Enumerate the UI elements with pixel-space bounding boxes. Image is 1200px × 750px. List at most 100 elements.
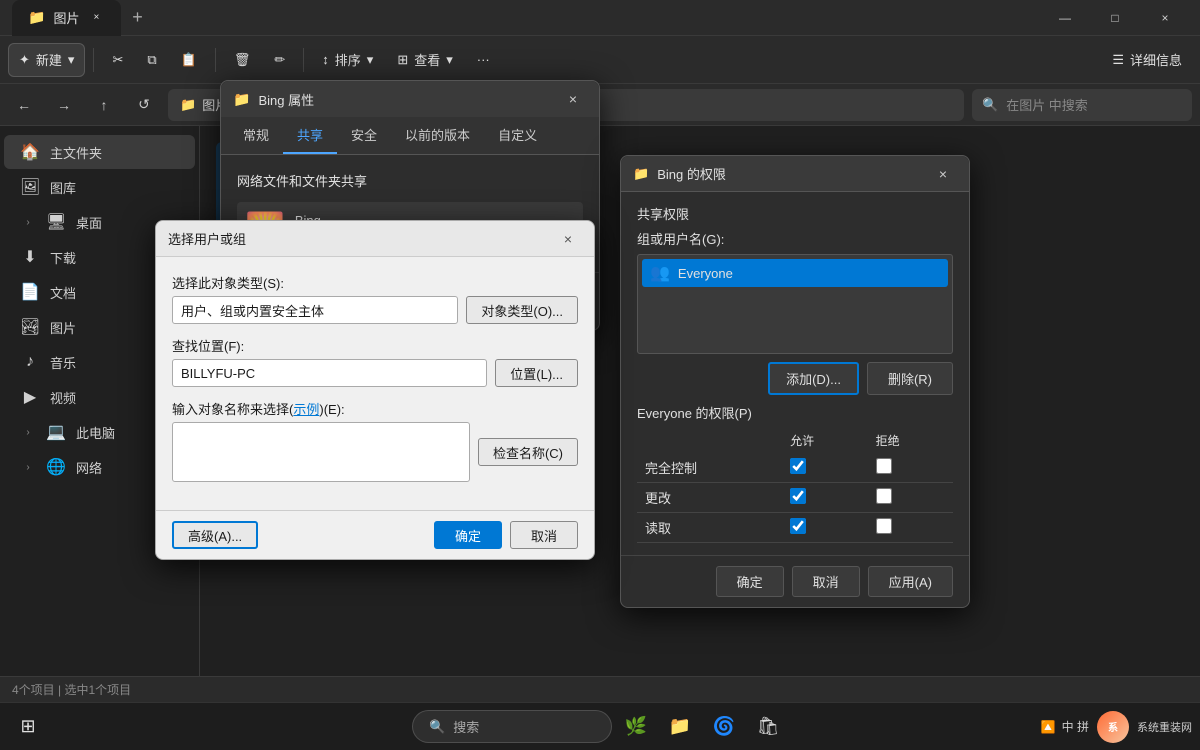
perm-name-fullcontrol: 完全控制 (637, 453, 782, 483)
location-input[interactable] (172, 359, 487, 387)
tab-security[interactable]: 安全 (337, 117, 391, 154)
sidebar-item-desktop-label: 桌面 (76, 213, 102, 232)
back-button[interactable]: ← (8, 89, 40, 121)
group-label: 组或用户名(G): (637, 229, 953, 248)
sort-icon: ↕ (322, 52, 329, 67)
maximize-btn[interactable]: □ (1092, 2, 1138, 34)
cut-button[interactable]: ✂ (102, 43, 133, 77)
start-button[interactable]: ⊞ (8, 707, 48, 747)
user-item-everyone[interactable]: 👥 Everyone (642, 259, 948, 287)
taskbar-icon-edge[interactable]: 🌀 (704, 707, 744, 747)
advanced-button[interactable]: 高级(A)... (172, 521, 258, 549)
search-box[interactable]: 🔍 在图片 中搜索 (972, 89, 1192, 121)
sidebar-item-gallery-label: 图库 (50, 178, 76, 197)
paste-button[interactable]: 📋 (171, 43, 207, 77)
tab-close-btn[interactable]: × (87, 9, 105, 27)
user-list-box[interactable]: 👥 Everyone (637, 254, 953, 354)
perms-label: Everyone 的权限(P) (637, 403, 953, 422)
everyone-icon: 👥 (650, 263, 670, 283)
new-button[interactable]: ✦ 新建 ▾ (8, 43, 85, 77)
tab-general[interactable]: 常规 (229, 117, 283, 154)
taskbar-icon-explorer[interactable]: 📁 (660, 707, 700, 747)
enter-name-input-row: 检查名称(C) (172, 422, 578, 482)
enter-name-label: 输入对象名称来选择(示例)(E): (172, 399, 578, 418)
tray-area: 🔼 中 拼 (1041, 718, 1089, 735)
details-button[interactable]: ☰ 详细信息 (1102, 43, 1192, 77)
perm-cancel-btn[interactable]: 取消 (792, 566, 860, 597)
forward-button[interactable]: → (48, 89, 80, 121)
example-link[interactable]: 示例 (293, 402, 319, 417)
taskbar-icon-store[interactable]: 🛍 (748, 707, 788, 747)
perms-table: 允许 拒绝 完全控制 更改 读取 (637, 428, 953, 543)
perm-ok-btn[interactable]: 确定 (716, 566, 784, 597)
check-name-btn[interactable]: 检查名称(C) (478, 438, 578, 466)
allow-modify-check[interactable] (790, 488, 806, 504)
add-user-button[interactable]: 添加(D)... (768, 362, 859, 395)
remove-user-button[interactable]: 删除(R) (867, 362, 953, 395)
perm-allow-modify (782, 483, 867, 513)
minimize-btn[interactable]: — (1042, 2, 1088, 34)
select-ok-btn[interactable]: 确定 (434, 521, 502, 549)
taskbar-right: 🔼 中 拼 系 系统重装网 (1041, 711, 1192, 743)
allow-fullcontrol-check[interactable] (790, 458, 806, 474)
select-user-footer-right: 确定 取消 (434, 521, 578, 549)
object-type-input[interactable] (172, 296, 458, 324)
toolbar-sep-2 (215, 48, 216, 72)
up-button[interactable]: ↑ (88, 89, 120, 121)
tab-custom[interactable]: 自定义 (484, 117, 551, 154)
explorer-tab[interactable]: 📁 图片 × (12, 0, 121, 36)
perm-footer: 确定 取消 应用(A) (621, 555, 969, 607)
object-type-btn[interactable]: 对象类型(O)... (466, 296, 578, 324)
tab-share[interactable]: 共享 (283, 117, 337, 154)
taskbar-search[interactable]: 🔍 搜索 (412, 710, 612, 743)
view-button[interactable]: ⊞ 查看 ▾ (387, 43, 462, 77)
perm-close-btn[interactable]: × (929, 160, 957, 188)
video-icon: ▶ (20, 387, 40, 407)
object-type-label: 选择此对象类型(S): (172, 273, 578, 292)
new-dropdown-icon: ▾ (68, 52, 75, 68)
perm-name-read: 读取 (637, 513, 782, 543)
allow-read-check[interactable] (790, 518, 806, 534)
delete-icon: 🗑 (234, 52, 251, 68)
paste-icon: 📋 (181, 52, 197, 68)
perm-allow-fullcontrol (782, 453, 867, 483)
bing-props-tabs: 常规 共享 安全 以前的版本 自定义 (221, 117, 599, 155)
refresh-button[interactable]: ↺ (128, 89, 160, 121)
deny-modify-check[interactable] (876, 488, 892, 504)
thispc-expand-icon: › (20, 424, 36, 440)
perm-header: 📁 Bing 的权限 × (621, 156, 969, 192)
location-input-row: 位置(L)... (172, 359, 578, 387)
more-button[interactable]: ··· (467, 43, 500, 77)
perm-row-fullcontrol: 完全控制 (637, 453, 953, 483)
perm-allow-read (782, 513, 867, 543)
perm-deny-fullcontrol (868, 453, 953, 483)
taskbar-icon-widget[interactable]: 🌿 (616, 707, 656, 747)
select-cancel-btn[interactable]: 取消 (510, 521, 578, 549)
tab-folder-icon: 📁 (28, 9, 45, 26)
perm-apply-btn[interactable]: 应用(A) (868, 566, 953, 597)
perm-deny-read (868, 513, 953, 543)
rename-button[interactable]: ✏ (264, 43, 295, 77)
window-controls: — □ × (1042, 2, 1188, 34)
close-btn[interactable]: × (1142, 2, 1188, 34)
object-name-input[interactable] (172, 422, 470, 482)
music-icon: ♪ (20, 353, 40, 371)
location-btn[interactable]: 位置(L)... (495, 359, 578, 387)
sidebar-item-home[interactable]: 🏠 主文件夹 (4, 135, 195, 169)
delete-button[interactable]: 🗑 (224, 43, 261, 77)
select-user-title: 选择用户或组 (168, 229, 546, 248)
tab-previous[interactable]: 以前的版本 (391, 117, 484, 154)
tray-network-icon: 🔼 (1041, 720, 1056, 734)
sidebar-item-gallery[interactable]: 🖼 图库 (4, 170, 195, 204)
deny-fullcontrol-check[interactable] (876, 458, 892, 474)
bing-props-close[interactable]: × (559, 85, 587, 113)
new-tab-btn[interactable]: + (121, 2, 153, 34)
copy-button[interactable]: ⧉ (137, 43, 166, 77)
sort-button[interactable]: ↕ 排序 ▾ (312, 43, 383, 77)
toolbar-sep-1 (93, 48, 94, 72)
gallery-icon: 🖼 (20, 177, 40, 197)
deny-read-check[interactable] (876, 518, 892, 534)
object-type-input-row: 对象类型(O)... (172, 296, 578, 324)
select-user-close[interactable]: × (554, 225, 582, 253)
user-action-row: 添加(D)... 删除(R) (637, 362, 953, 395)
